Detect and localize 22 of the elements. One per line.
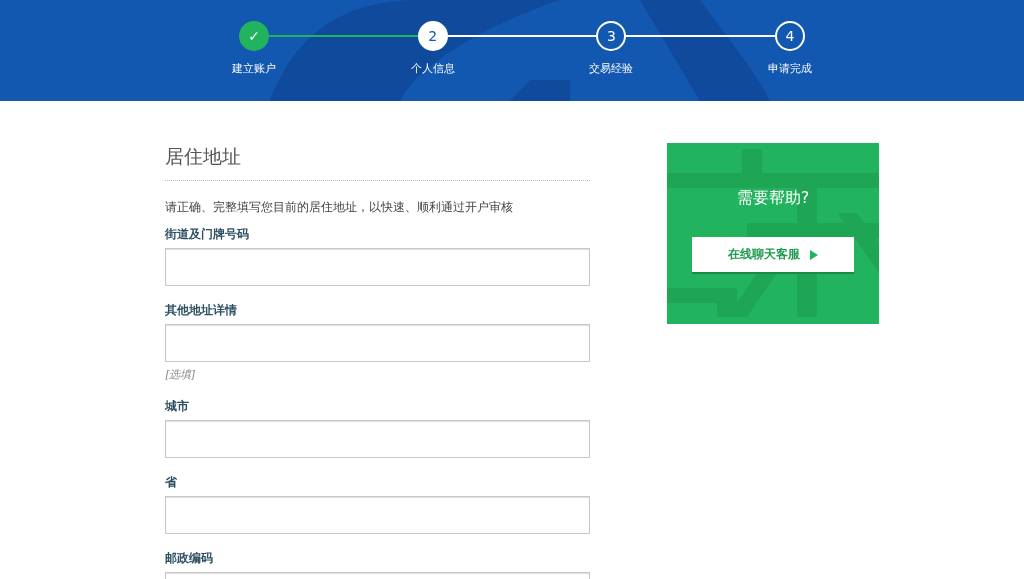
section-title: 居住地址 [165,141,590,181]
field-label: 街道及门牌号码 [165,226,250,243]
field-label: 其他地址详情 [165,302,238,319]
input-field[interactable] [165,420,590,458]
step-label: 个人信息 [410,61,455,76]
intro-text: 请正确、完整填写您目前的居住地址，以快速、顺利通过开户审核 [165,199,514,216]
optional-hint: [选填] [165,367,197,382]
field-label: 城市 [165,398,190,415]
field-label: 省 [165,474,178,491]
help-title: 需要帮助? [736,188,810,209]
step-label: 建立账户 [232,61,276,76]
input-field[interactable] [165,496,590,534]
play-icon [810,249,818,260]
field-label: 邮政编码 [165,550,214,567]
step-label: 申请完成 [768,61,812,76]
step-circle: 4 [775,21,805,51]
input-field[interactable] [165,324,590,362]
step-label: 交易经验 [589,61,634,76]
step-circle: 3 [596,21,627,51]
chat-button[interactable]: 在线聊天客服 [692,237,854,272]
input-field[interactable] [165,248,590,286]
step-circle: ✓ [239,21,269,51]
